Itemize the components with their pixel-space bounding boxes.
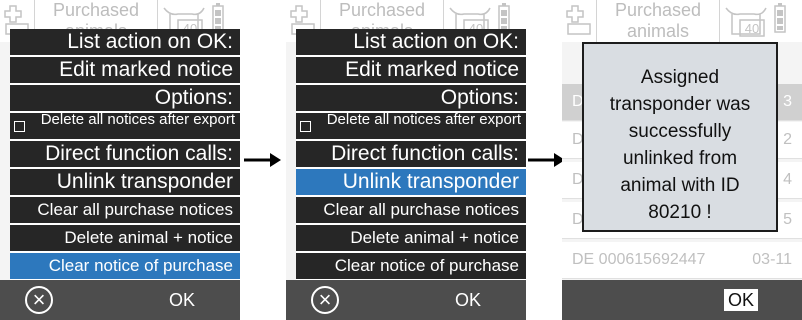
- menu-item-label: Delete all notices after export: [326, 113, 521, 128]
- date-cell: 4: [783, 171, 792, 188]
- page-title: Purchased animals: [596, 0, 720, 42]
- date-cell: 5: [783, 211, 792, 228]
- menu-item-label: Delete all notices after export: [40, 113, 235, 128]
- checkbox[interactable]: [300, 121, 311, 132]
- animal-id-cell: DE 000615692447: [572, 251, 706, 268]
- menu-heading-direct-calls: Direct function calls:: [296, 141, 526, 167]
- menu-item-delete-animal-notice[interactable]: Delete animal + notice: [10, 225, 240, 251]
- header: Purchased animals 40: [562, 0, 802, 42]
- date-cell: 03-11: [752, 251, 792, 268]
- cancel-circle-icon[interactable]: ×: [25, 286, 53, 314]
- checkbox[interactable]: [14, 121, 25, 132]
- cow-icon: 40: [725, 7, 767, 37]
- footer-bar: OK: [562, 280, 802, 320]
- menu-item-delete-after-export[interactable]: Delete all notices after export: [10, 113, 240, 139]
- ok-button[interactable]: OK: [455, 289, 481, 311]
- menu-heading-options: Options:: [10, 85, 240, 111]
- screen-3: Purchased animals 40 D 3 D 2 D 4 D 5 DE …: [562, 0, 802, 320]
- menu-item-delete-animal-notice[interactable]: Delete animal + notice: [296, 225, 526, 251]
- plus-animal-icon: [566, 5, 591, 35]
- menu-item-unlink-transponder[interactable]: Unlink transponder: [10, 169, 240, 195]
- arrow-right-icon: [244, 153, 281, 167]
- stable-count: 40: [745, 21, 759, 36]
- table-row[interactable]: DE 000615692447 03-11: [562, 242, 802, 279]
- context-menu: List action on OK: Edit marked notice Op…: [10, 29, 240, 281]
- arrow-right-icon: [528, 153, 565, 167]
- menu-item-delete-after-export[interactable]: Delete all notices after export: [296, 113, 526, 139]
- menu-heading-options: Options:: [296, 85, 526, 111]
- battery-icon: [774, 3, 786, 33]
- menu-item-edit-marked-notice[interactable]: Edit marked notice: [10, 57, 240, 83]
- dialog-message: Assigned transponder was successfully un…: [609, 67, 751, 223]
- date-cell: 2: [783, 131, 792, 148]
- ok-button[interactable]: OK: [724, 289, 759, 311]
- cancel-circle-icon[interactable]: ×: [311, 286, 339, 314]
- menu-item-clear-notice[interactable]: Clear notice of purchase: [296, 253, 526, 279]
- screen-2: Purchased animals 40 List action on OK: …: [286, 0, 526, 320]
- menu-item-clear-all-notices[interactable]: Clear all purchase notices: [10, 197, 240, 223]
- menu-item-unlink-transponder[interactable]: Unlink transponder: [296, 169, 526, 195]
- footer-bar: × OK: [286, 280, 526, 320]
- ok-button[interactable]: OK: [169, 289, 195, 311]
- footer-bar: × OK: [0, 280, 240, 320]
- menu-item-clear-all-notices[interactable]: Clear all purchase notices: [296, 197, 526, 223]
- menu-heading-direct-calls: Direct function calls:: [10, 141, 240, 167]
- menu-heading-list-action: List action on OK:: [10, 29, 240, 55]
- info-dialog: Assigned transponder was successfully un…: [582, 42, 778, 232]
- context-menu: List action on OK: Edit marked notice Op…: [296, 29, 526, 281]
- menu-item-clear-notice[interactable]: Clear notice of purchase: [10, 253, 240, 279]
- menu-heading-list-action: List action on OK:: [296, 29, 526, 55]
- date-cell: 3: [783, 93, 792, 110]
- screen-1: Purchased animals 40 List action on OK: …: [0, 0, 240, 320]
- menu-item-edit-marked-notice[interactable]: Edit marked notice: [296, 57, 526, 83]
